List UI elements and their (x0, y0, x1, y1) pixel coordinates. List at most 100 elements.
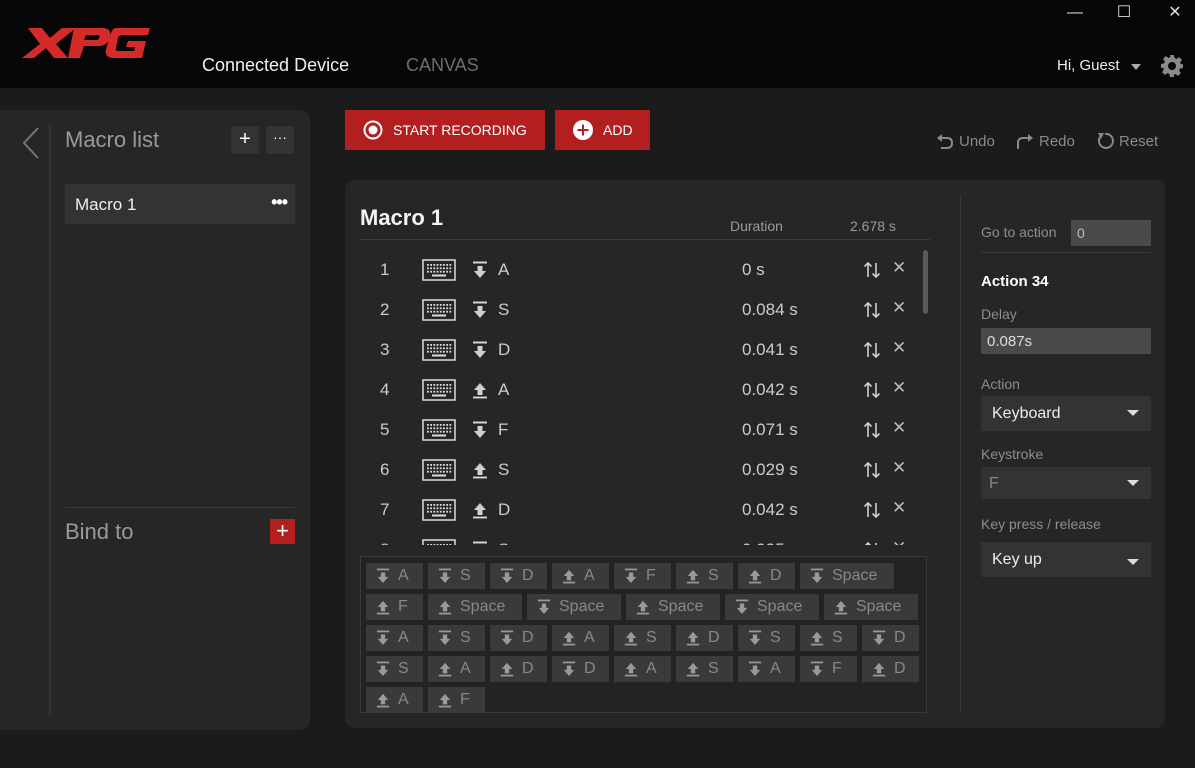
macro-list-more-button[interactable]: ··· (266, 126, 294, 154)
keystroke-chip[interactable]: A (614, 656, 671, 682)
keystroke-chip[interactable]: F (800, 656, 857, 682)
keystroke-chip-label: Space (559, 598, 605, 615)
action-type-select[interactable]: Keyboard (981, 396, 1151, 431)
user-greeting[interactable]: Hi, Guest (1057, 57, 1120, 74)
keystroke-chip[interactable]: S (366, 656, 423, 682)
macro-item-menu-button[interactable]: ••• (271, 192, 288, 213)
redo-button[interactable]: Redo (1015, 131, 1075, 151)
keyboard-icon (422, 419, 456, 441)
action-row[interactable]: 4 A 0.042 s ✕ (360, 370, 920, 410)
reorder-icon[interactable] (863, 380, 881, 400)
keystroke-chip[interactable]: D (490, 563, 547, 589)
action-row[interactable]: 1 A 0 s ✕ (360, 250, 920, 290)
delete-action-icon[interactable]: ✕ (892, 498, 906, 518)
keystroke-chip[interactable]: S (428, 625, 485, 651)
action-list-scrollbar[interactable] (923, 250, 928, 314)
reorder-icon[interactable] (863, 340, 881, 360)
key-up-icon (562, 569, 576, 584)
action-row[interactable]: 6 S 0.029 s ✕ (360, 450, 920, 490)
action-row[interactable]: 3 D 0.041 s ✕ (360, 330, 920, 370)
delete-action-icon[interactable]: ✕ (892, 338, 906, 358)
keystroke-chip[interactable]: S (614, 625, 671, 651)
action-delay: 0.042 s (742, 380, 798, 399)
key-press-release-label: Key press / release (981, 516, 1101, 532)
keystroke-chip[interactable]: F (366, 594, 423, 620)
reorder-icon[interactable] (863, 540, 881, 545)
keystroke-chip[interactable]: S (738, 625, 795, 651)
keystroke-chip[interactable]: D (490, 625, 547, 651)
redo-icon (1017, 134, 1033, 149)
key-up-icon (473, 383, 487, 399)
delete-action-icon[interactable]: ✕ (892, 538, 906, 545)
reset-button[interactable]: Reset (1095, 131, 1158, 151)
key-press-release-select[interactable]: Key up (981, 542, 1151, 577)
collapse-arrow-icon[interactable] (20, 126, 42, 160)
keystroke-chip[interactable]: A (428, 656, 485, 682)
keystroke-chip[interactable]: A (366, 563, 423, 589)
delete-action-icon[interactable]: ✕ (892, 298, 906, 318)
keystroke-chip[interactable]: Space (428, 594, 522, 620)
delete-action-icon[interactable]: ✕ (892, 418, 906, 438)
delete-action-icon[interactable]: ✕ (892, 378, 906, 398)
user-dropdown-icon[interactable] (1131, 64, 1141, 70)
key-down-icon (473, 541, 487, 544)
keystroke-chip[interactable]: A (552, 563, 609, 589)
keystroke-chip[interactable]: S (800, 625, 857, 651)
keystroke-chip[interactable]: A (738, 656, 795, 682)
keystroke-chip[interactable]: A (366, 687, 423, 713)
action-row[interactable]: 8 S 0.035 s ✕ (360, 530, 920, 545)
key-up-icon (562, 631, 576, 646)
action-row[interactable]: 7 D 0.042 s ✕ (360, 490, 920, 530)
undo-button[interactable]: Undo (935, 131, 995, 151)
tab-canvas[interactable]: CANVAS (406, 55, 479, 76)
key-down-icon (500, 568, 514, 583)
keystroke-chip[interactable]: S (676, 563, 733, 589)
keystroke-chip[interactable]: D (676, 625, 733, 651)
reorder-icon[interactable] (863, 420, 881, 440)
tab-connected-device[interactable]: Connected Device (202, 55, 349, 76)
keystroke-chip[interactable]: Space (725, 594, 819, 620)
add-action-button[interactable]: ADD (555, 110, 650, 150)
action-delay: 0 s (742, 260, 765, 279)
keystroke-chip[interactable]: F (428, 687, 485, 713)
keystroke-chip[interactable]: D (552, 656, 609, 682)
keystroke-chip[interactable]: Space (824, 594, 918, 620)
reorder-icon[interactable] (863, 300, 881, 320)
minimize-button[interactable]: — (1060, 2, 1090, 24)
action-row[interactable]: 2 S 0.084 s ✕ (360, 290, 920, 330)
keystroke-chip[interactable]: Space (800, 563, 894, 589)
key-up-icon (686, 631, 700, 646)
keystroke-chip[interactable]: Space (527, 594, 621, 620)
action-delay: 0.071 s (742, 420, 798, 439)
action-list[interactable]: 1 A 0 s ✕ 2 S 0.084 s ✕ 3 D 0.041 s ✕ 4 A 0.042 s ✕ 5 F 0.… (360, 250, 920, 545)
keystroke-chip[interactable]: Space (626, 594, 720, 620)
macro-list-item[interactable]: Macro 1 ••• (65, 184, 295, 224)
keystroke-chip-label: S (398, 660, 409, 677)
maximize-button[interactable]: ☐ (1109, 2, 1139, 24)
keystroke-chip[interactable]: F (614, 563, 671, 589)
keystroke-chip[interactable]: D (490, 656, 547, 682)
close-button[interactable]: ✕ (1160, 2, 1190, 24)
delete-action-icon[interactable]: ✕ (892, 458, 906, 478)
keystroke-chip[interactable]: S (676, 656, 733, 682)
delay-input[interactable]: 0.087s (981, 328, 1151, 354)
keystroke-chip[interactable]: A (366, 625, 423, 651)
keystroke-select[interactable]: F (981, 467, 1151, 499)
reorder-icon[interactable] (863, 460, 881, 480)
keystroke-chip[interactable]: D (862, 656, 919, 682)
reorder-icon[interactable] (863, 260, 881, 280)
delete-action-icon[interactable]: ✕ (892, 258, 906, 278)
add-macro-button[interactable]: + (231, 126, 259, 154)
action-row[interactable]: 5 F 0.071 s ✕ (360, 410, 920, 450)
reorder-icon[interactable] (863, 500, 881, 520)
keystroke-chip[interactable]: D (862, 625, 919, 651)
bind-add-button[interactable]: + (270, 519, 295, 544)
goto-action-input[interactable]: 0 (1071, 220, 1151, 246)
start-recording-button[interactable]: START RECORDING (345, 110, 545, 150)
undo-label: Undo (959, 132, 995, 150)
key-up-icon (438, 662, 452, 677)
keystroke-chip[interactable]: A (552, 625, 609, 651)
keystroke-chip[interactable]: D (738, 563, 795, 589)
keystroke-chip[interactable]: S (428, 563, 485, 589)
gear-icon[interactable] (1160, 54, 1184, 78)
